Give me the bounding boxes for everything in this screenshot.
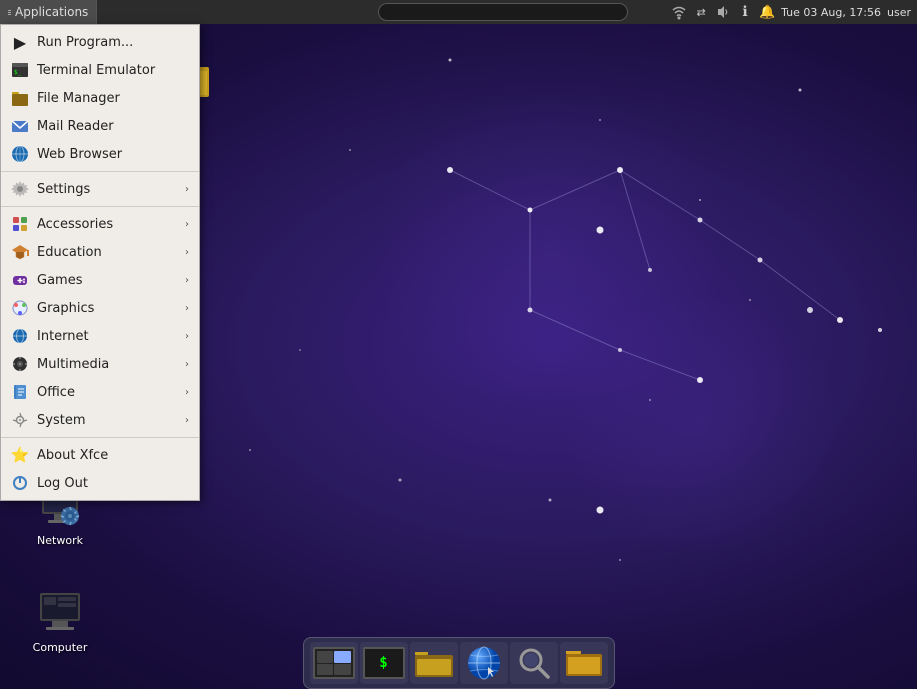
office-arrow: › — [185, 387, 189, 398]
accessories-icon — [11, 215, 29, 233]
menu-item-web-browser[interactable]: Web Browser — [1, 140, 199, 168]
about-xfce-icon: ⭐ — [11, 446, 29, 464]
multimedia-arrow: › — [185, 359, 189, 370]
games-icon — [11, 271, 29, 289]
internet-label: Internet — [37, 329, 89, 344]
svg-text:$_: $_ — [14, 69, 22, 76]
applications-menu: ▶ Run Program... $_ Terminal Emulator Fi… — [0, 24, 200, 501]
menu-separator-2 — [1, 206, 199, 207]
terminal-icon: $_ — [11, 61, 29, 79]
terminal-taskbar-button[interactable]: $ — [360, 642, 408, 684]
run-program-label: Run Program... — [37, 35, 133, 50]
volume-icon[interactable] — [715, 4, 731, 20]
menu-item-multimedia[interactable]: Multimedia › — [1, 350, 199, 378]
workspace-switcher-button[interactable] — [310, 642, 358, 684]
menu-item-games[interactable]: Games › — [1, 266, 199, 294]
graphics-icon — [11, 299, 29, 317]
magnifier-taskbar-button[interactable] — [510, 642, 558, 684]
menu-item-about-xfce[interactable]: ⭐ About Xfce — [1, 441, 199, 469]
terminal-label: Terminal Emulator — [37, 63, 155, 78]
mail-label: Mail Reader — [37, 119, 114, 134]
taskbar: $ — [303, 637, 615, 689]
datetime-display[interactable]: Tue 03 Aug, 17:56 — [781, 6, 881, 19]
file-manager-taskbar-icon — [413, 647, 455, 679]
computer-label: Computer — [33, 641, 88, 654]
top-panel: Applications ⇄ ℹ 🔔 Tue 03 A — [0, 0, 917, 24]
run-program-icon: ▶ — [11, 33, 29, 51]
graphics-arrow: › — [185, 303, 189, 314]
terminal-taskbar-icon: $ — [363, 647, 405, 679]
internet-arrow: › — [185, 331, 189, 342]
menu-dots-icon — [8, 10, 11, 15]
menu-item-internet[interactable]: Internet › — [1, 322, 199, 350]
applications-label: Applications — [15, 5, 88, 19]
web-browser-icon — [11, 145, 29, 163]
menu-item-settings[interactable]: Settings › — [1, 175, 199, 203]
multimedia-icon — [11, 355, 29, 373]
network-arrows-icon[interactable]: ⇄ — [693, 4, 709, 20]
web-browser-label: Web Browser — [37, 147, 122, 162]
file-manager-label: File Manager — [37, 91, 120, 106]
workspace-switcher-icon — [313, 647, 355, 679]
settings-arrow: › — [185, 184, 189, 195]
settings-label: Settings — [37, 182, 90, 197]
panel-left: Applications — [0, 0, 336, 24]
mail-icon — [11, 117, 29, 135]
network-label: Network — [37, 534, 83, 547]
menu-item-mail[interactable]: Mail Reader — [1, 112, 199, 140]
office-icon — [11, 383, 29, 401]
education-icon — [11, 243, 29, 261]
log-out-icon — [11, 474, 29, 492]
menu-separator-3 — [1, 437, 199, 438]
network-toggle-icon[interactable] — [671, 4, 687, 20]
system-arrow: › — [185, 415, 189, 426]
games-label: Games — [37, 273, 82, 288]
browser-taskbar-icon — [466, 645, 502, 681]
system-icon — [11, 411, 29, 429]
folder-taskbar-button[interactable] — [560, 642, 608, 684]
menu-separator-1 — [1, 171, 199, 172]
panel-search — [336, 3, 672, 21]
magnifier-taskbar-icon — [516, 645, 552, 681]
office-label: Office — [37, 385, 75, 400]
applications-menu-button[interactable]: Applications — [0, 0, 97, 24]
menu-item-run-program[interactable]: ▶ Run Program... — [1, 28, 199, 56]
games-arrow: › — [185, 275, 189, 286]
menu-item-file-manager[interactable]: File Manager — [1, 84, 199, 112]
panel-right: ⇄ ℹ 🔔 Tue 03 Aug, 17:56 user — [671, 4, 917, 20]
accessories-arrow: › — [185, 219, 189, 230]
system-label: System — [37, 413, 85, 428]
user-label[interactable]: user — [887, 6, 911, 19]
graphics-label: Graphics — [37, 301, 94, 316]
menu-item-system[interactable]: System › — [1, 406, 199, 434]
log-out-label: Log Out — [37, 476, 88, 491]
menu-item-graphics[interactable]: Graphics › — [1, 294, 199, 322]
menu-item-office[interactable]: Office › — [1, 378, 199, 406]
file-manager-icon — [11, 89, 29, 107]
file-manager-taskbar-button[interactable] — [410, 642, 458, 684]
multimedia-label: Multimedia — [37, 357, 109, 372]
menu-item-accessories[interactable]: Accessories › — [1, 210, 199, 238]
menu-item-log-out[interactable]: Log Out — [1, 469, 199, 497]
browser-taskbar-button[interactable] — [460, 642, 508, 684]
education-arrow: › — [185, 247, 189, 258]
folder-taskbar-icon — [564, 646, 604, 680]
search-input[interactable] — [378, 3, 628, 21]
about-xfce-label: About Xfce — [37, 448, 108, 463]
computer-icon — [36, 589, 84, 637]
menu-item-terminal[interactable]: $_ Terminal Emulator — [1, 56, 199, 84]
desktop-icon-computer[interactable]: Computer — [20, 585, 100, 658]
info-icon[interactable]: ℹ — [737, 4, 753, 20]
notifications-icon[interactable]: 🔔 — [759, 4, 775, 20]
education-label: Education — [37, 245, 102, 260]
accessories-label: Accessories — [37, 217, 113, 232]
settings-icon — [11, 180, 29, 198]
internet-icon — [11, 327, 29, 345]
menu-item-education[interactable]: Education › — [1, 238, 199, 266]
